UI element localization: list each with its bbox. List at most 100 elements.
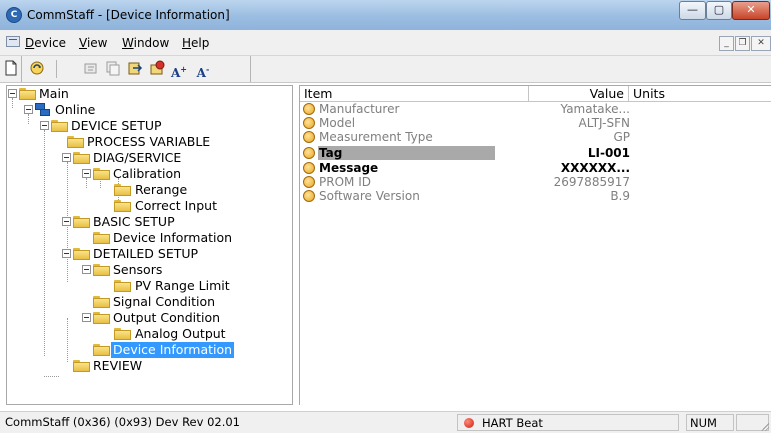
toolbar-separator bbox=[56, 60, 57, 78]
commstaff-app-icon[interactable]: C bbox=[6, 7, 22, 23]
tree-node-device-information-selected[interactable]: Device Information bbox=[111, 342, 235, 358]
font-increase-icon[interactable]: A+ bbox=[170, 60, 188, 80]
folder-icon bbox=[73, 152, 90, 164]
menu-window[interactable]: Window bbox=[122, 36, 169, 50]
mdi-close-button[interactable]: ✕ bbox=[751, 36, 771, 51]
window-title: CommStaff - [Device Information] bbox=[27, 8, 230, 22]
parameter-value: ALTJ-SFN bbox=[578, 116, 630, 130]
parameter-value: XXXXXX... bbox=[560, 161, 630, 175]
folder-icon bbox=[93, 312, 110, 324]
parameter-name: Tag bbox=[319, 146, 343, 160]
parameter-row-tag[interactable]: Tag LI-001 bbox=[300, 146, 770, 160]
tree-node-analog-output[interactable]: Analog Output bbox=[135, 326, 226, 342]
tree-node-rerange[interactable]: Rerange bbox=[135, 182, 187, 198]
collapse-toggle-basic-setup[interactable] bbox=[62, 217, 71, 226]
tree-node-signal-condition[interactable]: Signal Condition bbox=[113, 294, 215, 310]
parameter-value: 2697885917 bbox=[553, 175, 630, 189]
mdi-minimize-button[interactable]: _ bbox=[719, 36, 734, 51]
parameter-icon bbox=[303, 162, 315, 174]
parameter-value: Yamatake... bbox=[560, 102, 630, 116]
toolbar: A+ A- bbox=[0, 56, 771, 83]
status-device-info: CommStaff (0x36) (0x93) Dev Rev 02.01 bbox=[5, 415, 240, 429]
folder-icon bbox=[93, 264, 110, 276]
parameter-name: Model bbox=[319, 116, 356, 130]
resize-grip-icon[interactable] bbox=[759, 421, 769, 431]
mdi-restore-button[interactable]: ❐ bbox=[735, 36, 750, 51]
open-folder-icon bbox=[93, 344, 110, 356]
parameter-value: GP bbox=[613, 130, 630, 144]
menu-device[interactable]: Device bbox=[25, 36, 66, 50]
font-decrease-sup: - bbox=[205, 64, 210, 74]
column-header-units[interactable]: Units bbox=[629, 86, 771, 102]
parameter-row-manufacturer[interactable]: Manufacturer Yamatake... bbox=[300, 102, 770, 116]
tree-node-process-variable[interactable]: PROCESS VARIABLE bbox=[87, 134, 210, 150]
folder-icon bbox=[73, 360, 90, 372]
collapse-toggle-output-condition[interactable] bbox=[82, 313, 91, 322]
parameter-icon bbox=[303, 117, 315, 129]
column-header-value[interactable]: Value bbox=[529, 86, 629, 102]
parameter-list[interactable]: Item Value Units Manufacturer Yamatake..… bbox=[299, 85, 771, 405]
parameter-name: Software Version bbox=[319, 189, 420, 203]
export-icon[interactable] bbox=[126, 60, 144, 78]
collapse-toggle-diag-service[interactable] bbox=[62, 153, 71, 162]
folder-icon bbox=[19, 88, 36, 100]
tree-node-review[interactable]: REVIEW bbox=[93, 358, 142, 374]
parameter-icon bbox=[303, 131, 315, 143]
parameter-row-prom-id[interactable]: PROM ID 2697885917 bbox=[300, 175, 770, 189]
network-icon bbox=[35, 103, 51, 117]
font-decrease-label: A bbox=[196, 66, 206, 80]
collapse-toggle-online[interactable] bbox=[24, 105, 33, 114]
collapse-toggle-calibration[interactable] bbox=[82, 169, 91, 178]
tree-node-basic-setup[interactable]: BASIC SETUP bbox=[93, 214, 175, 230]
folder-icon bbox=[114, 328, 131, 340]
folder-icon bbox=[114, 200, 131, 212]
collapse-toggle-sensors[interactable] bbox=[82, 265, 91, 274]
parameter-icon bbox=[303, 190, 315, 202]
tree-node-output-condition[interactable]: Output Condition bbox=[113, 310, 220, 326]
parameter-row-message[interactable]: Message XXXXXX... bbox=[300, 161, 770, 175]
disabled-edit-icon[interactable] bbox=[82, 60, 100, 78]
parameter-row-software-version[interactable]: Software Version B.9 bbox=[300, 189, 770, 203]
menu-help[interactable]: Help bbox=[182, 36, 209, 50]
tree-node-sensors[interactable]: Sensors bbox=[113, 262, 162, 278]
collapse-toggle-device-setup[interactable] bbox=[40, 121, 49, 130]
parameter-row-model[interactable]: Model ALTJ-SFN bbox=[300, 116, 770, 130]
column-header-item[interactable]: Item bbox=[300, 86, 529, 102]
new-document-icon[interactable] bbox=[2, 60, 20, 78]
status-hart-beat: HART Beat bbox=[457, 414, 679, 431]
upload-icon[interactable] bbox=[148, 60, 166, 78]
tree-node-device-setup[interactable]: DEVICE SETUP bbox=[71, 118, 162, 134]
tree-node-calibration[interactable]: Calibration bbox=[113, 166, 181, 182]
tree-line bbox=[86, 178, 87, 188]
tree-node-online[interactable]: Online bbox=[55, 102, 95, 118]
tree-node-main[interactable]: Main bbox=[39, 86, 69, 102]
refresh-icon[interactable] bbox=[28, 60, 46, 78]
parameter-name: Measurement Type bbox=[319, 130, 433, 144]
disabled-copy-icon[interactable] bbox=[104, 60, 122, 78]
row-highlight bbox=[318, 146, 495, 160]
collapse-toggle-main[interactable] bbox=[8, 89, 17, 98]
folder-icon bbox=[67, 136, 84, 148]
collapse-toggle-detailed-setup[interactable] bbox=[62, 249, 71, 258]
parameter-row-measurement-type[interactable]: Measurement Type GP bbox=[300, 130, 770, 144]
minimize-button[interactable]: — bbox=[679, 1, 706, 20]
tree-node-diag-service[interactable]: DIAG/SERVICE bbox=[93, 150, 181, 166]
folder-icon bbox=[51, 120, 68, 132]
menu-view[interactable]: View bbox=[79, 36, 107, 50]
maximize-button[interactable]: ▢ bbox=[706, 1, 732, 20]
font-increase-label: A bbox=[170, 66, 181, 80]
font-increase-sup: + bbox=[180, 64, 187, 74]
device-tree[interactable]: Main Online DEVICE SETUP PROCESS VARIABL… bbox=[6, 85, 293, 405]
font-decrease-icon[interactable]: A- bbox=[194, 60, 212, 80]
folder-icon bbox=[73, 248, 90, 260]
document-system-menu-icon[interactable] bbox=[6, 36, 20, 47]
tree-line bbox=[67, 318, 68, 362]
tree-line bbox=[28, 114, 29, 124]
tree-node-device-information-basic[interactable]: Device Information bbox=[113, 230, 232, 246]
tree-node-correct-input[interactable]: Correct Input bbox=[135, 198, 217, 214]
tree-node-detailed-setup[interactable]: DETAILED SETUP bbox=[93, 246, 198, 262]
tree-line bbox=[12, 98, 13, 108]
close-button[interactable]: ✕ bbox=[732, 1, 770, 20]
tree-node-pv-range-limit[interactable]: PV Range Limit bbox=[135, 278, 230, 294]
parameter-icon bbox=[303, 147, 315, 159]
